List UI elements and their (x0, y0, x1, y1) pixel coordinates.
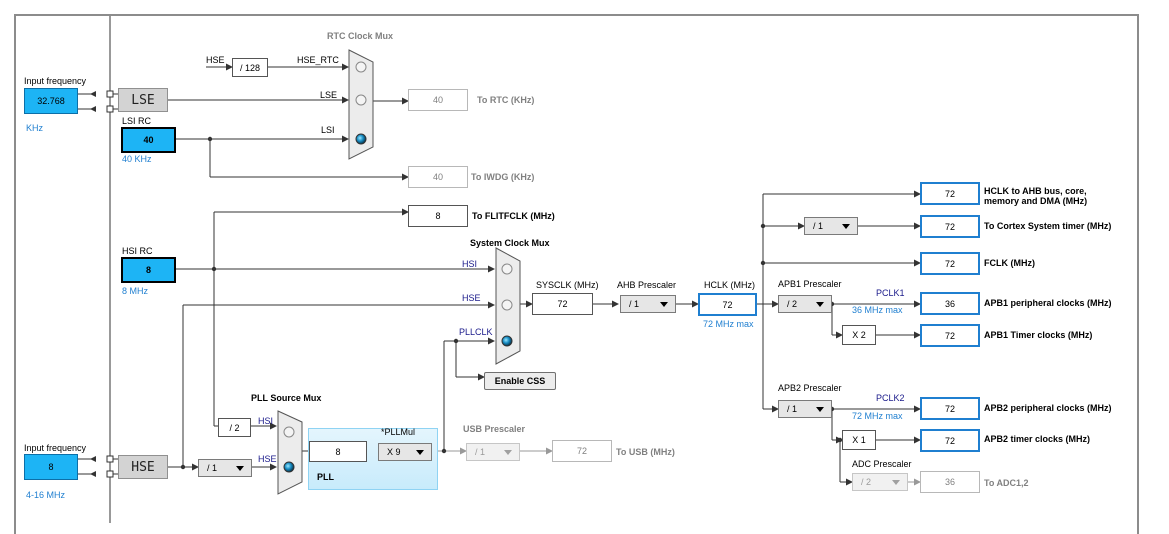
usb-prescaler-select[interactable]: / 1 (466, 443, 520, 461)
lse-unit: KHz (26, 123, 44, 133)
iwdg-output-value: 40 (408, 166, 468, 188)
apb1-prescaler-label: APB1 Prescaler (778, 279, 842, 289)
pll-label: PLL (317, 472, 334, 482)
adc-output-value: 36 (920, 471, 980, 493)
lsi-value: 40 (121, 127, 176, 153)
sysclk-label: SYSCLK (MHz) (536, 280, 599, 290)
chevron-down-icon (892, 480, 900, 485)
apb1-timer-label: APB1 Timer clocks (MHz) (984, 330, 1093, 340)
cortex-divider-select[interactable]: / 1 (804, 217, 858, 235)
rtc-lse-label: LSE (320, 90, 338, 100)
chevron-down-icon (236, 466, 244, 471)
pll-mux-shape (277, 410, 303, 495)
adc-prescaler-label: ADC Prescaler (852, 459, 912, 469)
flitf-output-value: 8 (408, 205, 468, 227)
hclk-max: 72 MHz max (703, 319, 754, 329)
cortex-timer-value: 72 (920, 215, 980, 238)
fclk-label: FCLK (MHz) (984, 258, 1035, 268)
chevron-down-icon (816, 407, 824, 412)
apb2-max: 72 MHz max (852, 411, 903, 421)
apb1-timer-value: 72 (920, 324, 980, 347)
pll-mul-select[interactable]: X 9 (378, 443, 432, 461)
hsi-title: HSI RC (122, 246, 153, 256)
enable-css-button[interactable]: Enable CSS (484, 372, 556, 390)
apb1-periph-label: APB1 peripheral clocks (MHz) (984, 298, 1112, 308)
hclk-ahb-label: HCLK to AHB bus, core, memory and DMA (M… (984, 186, 1088, 207)
pll-src-hsi-label[interactable]: HSI (258, 417, 273, 426)
hse-prediv-value: / 1 (207, 463, 218, 473)
apb2-timer-multiplier: X 1 (842, 430, 876, 450)
rtc-mux-title: RTC Clock Mux (327, 31, 394, 41)
apb2-periph-value: 72 (920, 397, 980, 420)
chevron-down-icon (504, 450, 512, 455)
chevron-down-icon (416, 450, 424, 455)
sys-mux-title: System Clock Mux (470, 238, 550, 248)
adc-output-label: To ADC1,2 (984, 478, 1029, 488)
rtc-output-value: 40 (408, 89, 468, 111)
cortex-timer-label: To Cortex System timer (MHz) (984, 221, 1112, 231)
pclk1-label: PCLK1 (876, 288, 905, 298)
ahb-prescaler-label: AHB Prescaler (617, 280, 677, 290)
pll-mul-value: X 9 (387, 447, 401, 457)
rtc-output-label: To RTC (KHz) (477, 95, 535, 105)
lse-oscillator: LSE (118, 88, 168, 112)
pll-source-mux-title: PLL Source Mux (251, 393, 322, 403)
lse-input-title: Input frequency (24, 76, 87, 86)
sys-mux-hsi-label[interactable]: HSI (462, 260, 477, 269)
chevron-down-icon (816, 302, 824, 307)
flitf-output-label: To FLITFCLK (MHz) (472, 211, 555, 221)
adc-prescaler-value: / 2 (861, 477, 872, 487)
apb2-prescaler-select[interactable]: / 1 (778, 400, 832, 418)
apb1-prescaler-select[interactable]: / 2 (778, 295, 832, 313)
sys-mux-hse-label[interactable]: HSE (462, 294, 481, 303)
lsi-title: LSI RC (122, 116, 152, 126)
usb-prescaler-title: USB Prescaler (463, 424, 526, 434)
usb-output-value: 72 (552, 440, 612, 462)
hsi-div2-box: / 2 (218, 418, 251, 437)
pclk2-label: PCLK2 (876, 393, 905, 403)
apb1-periph-value: 36 (920, 292, 980, 315)
lse-frequency-input[interactable]: 32.768 (24, 88, 78, 114)
hse-range: 4-16 MHz (26, 490, 66, 500)
pll-src-hse-label[interactable]: HSE (258, 455, 277, 464)
apb2-timer-label: APB2 timer clocks (MHz) (984, 434, 1091, 444)
rtc-hse-label: HSE (206, 55, 225, 65)
ahb-prescaler-select[interactable]: / 1 (620, 295, 676, 313)
rtc-hse-divider: / 128 (232, 58, 268, 77)
apb2-prescaler-value: / 1 (787, 404, 798, 414)
apb1-timer-multiplier: X 2 (842, 325, 876, 345)
usb-output-label: To USB (MHz) (616, 447, 675, 457)
sys-mux-pllclk-label[interactable]: PLLCLK (459, 328, 493, 337)
pll-input-value: 8 (309, 441, 367, 462)
hclk-input[interactable]: 72 (698, 293, 757, 316)
lsi-sub: 40 KHz (122, 154, 152, 164)
hse-input-title: Input frequency (24, 443, 87, 453)
hsi-sub: 8 MHz (122, 286, 149, 296)
usb-prescaler-value: / 1 (475, 447, 486, 457)
apb2-periph-label: APB2 peripheral clocks (MHz) (984, 403, 1112, 413)
hclk-label: HCLK (MHz) (704, 280, 755, 290)
hsi-value: 8 (121, 257, 176, 283)
sysclk-value: 72 (532, 293, 593, 315)
fclk-value: 72 (920, 252, 980, 275)
iwdg-output-label: To IWDG (KHz) (471, 172, 535, 182)
apb1-max: 36 MHz max (852, 305, 903, 315)
rtc-lsi-label: LSI (321, 125, 335, 135)
chevron-down-icon (660, 302, 668, 307)
cortex-divider-value: / 1 (813, 221, 824, 231)
apb2-prescaler-label: APB2 Prescaler (778, 383, 842, 393)
hclk-ahb-value: 72 (920, 182, 980, 205)
apb1-prescaler-value: / 2 (787, 299, 798, 309)
rtc-hse-rtc-label: HSE_RTC (297, 55, 339, 65)
ahb-prescaler-value: / 1 (629, 299, 640, 309)
hse-frequency-input[interactable]: 8 (24, 454, 78, 480)
chevron-down-icon (842, 224, 850, 229)
hse-prediv-select[interactable]: / 1 (198, 459, 252, 477)
apb2-timer-value: 72 (920, 429, 980, 452)
adc-prescaler-select[interactable]: / 2 (852, 473, 908, 491)
hse-oscillator: HSE (118, 455, 168, 479)
pll-mul-title: *PLLMul (381, 427, 416, 437)
